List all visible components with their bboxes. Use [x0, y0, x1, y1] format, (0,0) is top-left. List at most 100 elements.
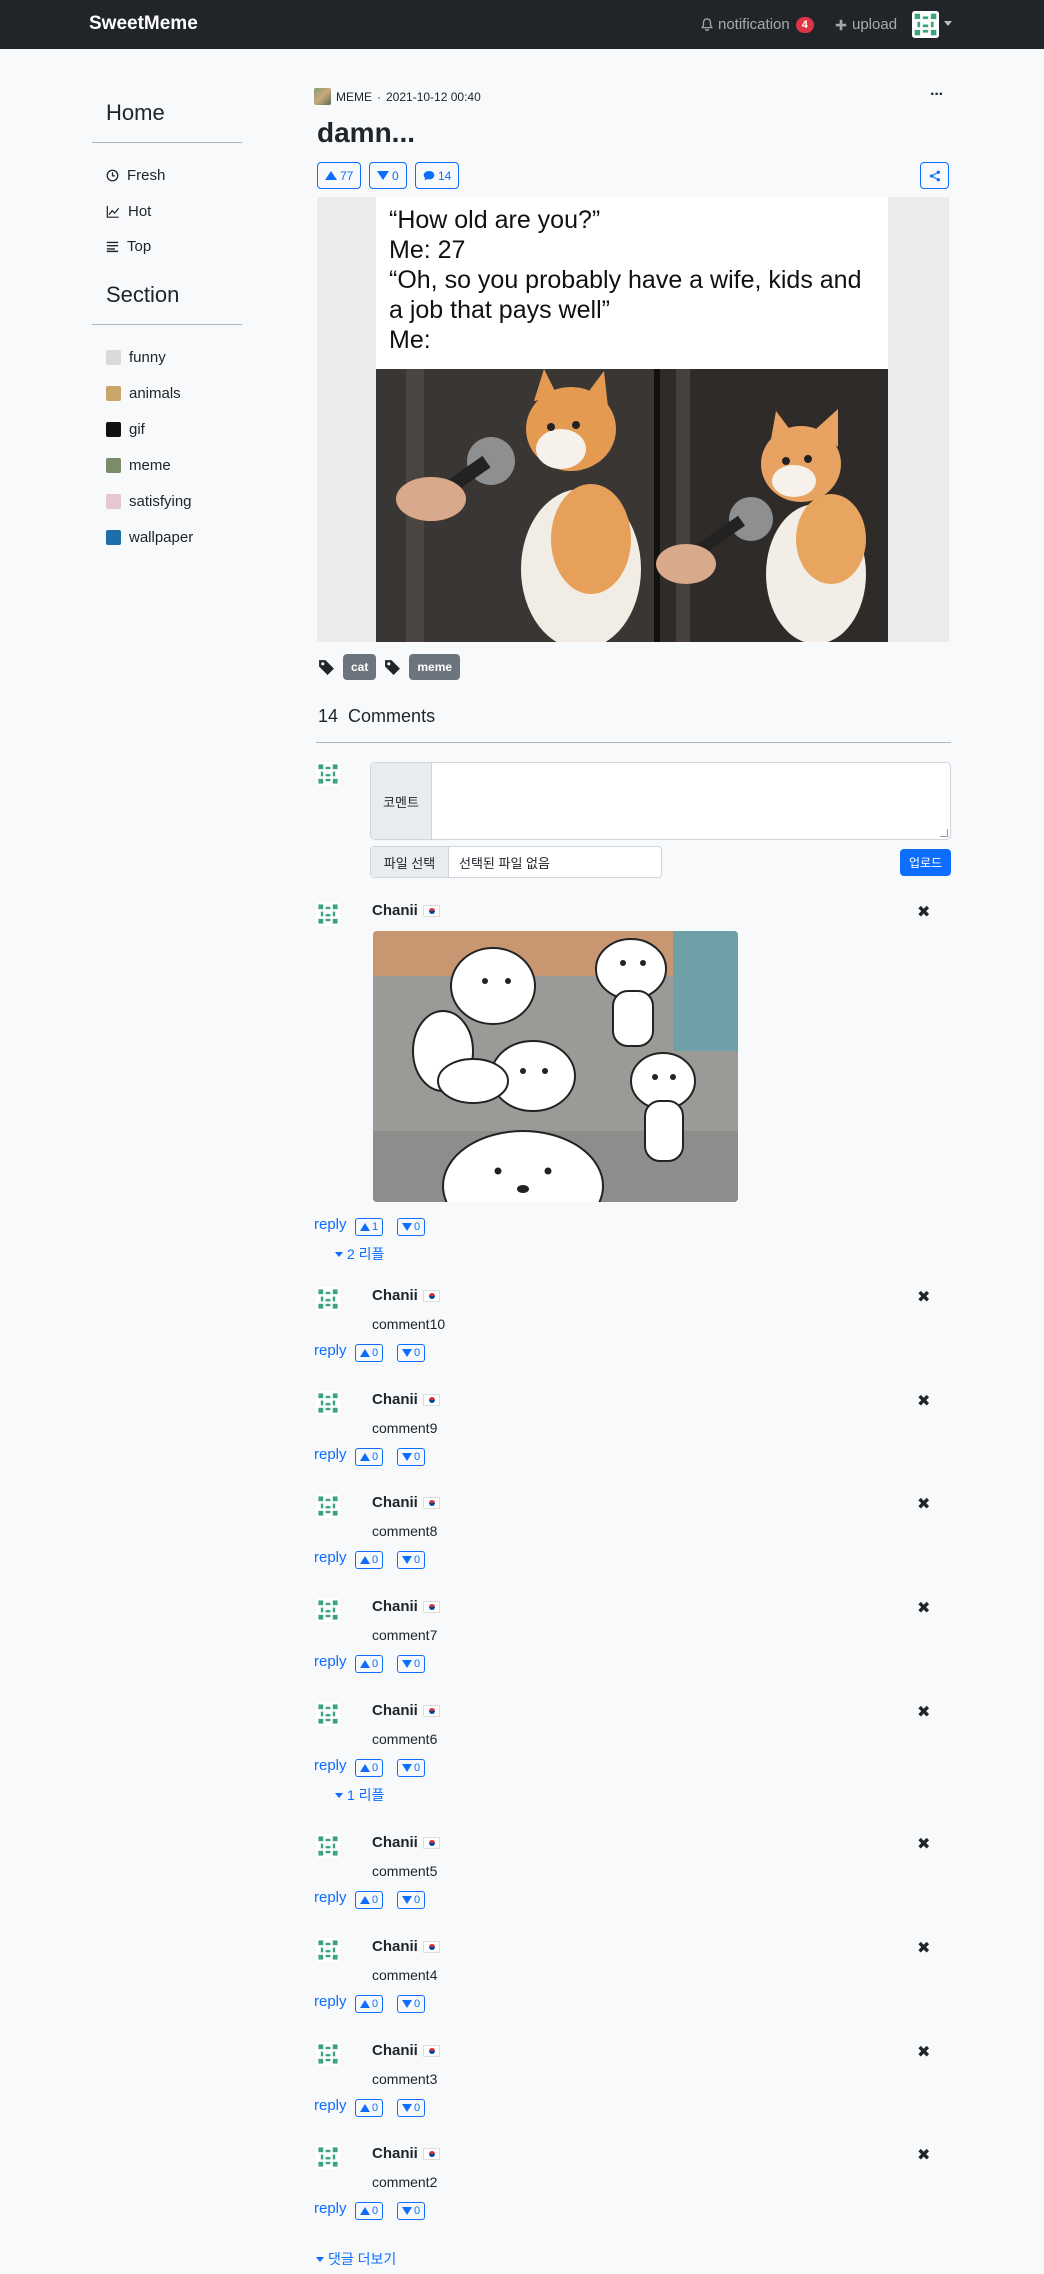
comment-author[interactable]: Chanii — [372, 1598, 440, 1615]
comment-downvote-button[interactable]: 0 — [397, 1551, 426, 1569]
close-icon[interactable]: ✖ — [917, 1391, 930, 1411]
comment-upvote-button[interactable]: 0 — [355, 1759, 384, 1777]
upload-link[interactable]: upload — [834, 16, 897, 33]
comment-downvote-button[interactable]: 0 — [397, 2099, 426, 2117]
comment-text: comment4 — [372, 1967, 438, 1983]
post-image[interactable]: “How old are you?” Me: 27 “Oh, so you pr… — [317, 197, 949, 642]
comment-downvote-button[interactable]: 0 — [397, 1759, 426, 1777]
avatar — [316, 2145, 340, 2169]
meta-separator: · — [377, 89, 381, 104]
comment-upvote-count: 0 — [372, 1894, 379, 1906]
file-select-button[interactable]: 파일 선택 — [371, 847, 449, 877]
close-icon[interactable]: ✖ — [917, 1834, 930, 1854]
avatar — [316, 1598, 340, 1622]
comment-upvote-button[interactable]: 0 — [355, 1995, 384, 2013]
comment-downvote-button[interactable]: 0 — [397, 1448, 426, 1466]
sidebar-item-funny[interactable]: funny — [106, 349, 166, 366]
reply-link[interactable]: reply — [314, 1342, 347, 1359]
sidebar-item-hot[interactable]: Hot — [106, 203, 151, 220]
more-options-icon[interactable]: ··· — [930, 86, 944, 104]
reply-link[interactable]: reply — [314, 2097, 347, 2114]
reply-link[interactable]: reply — [314, 1653, 347, 1670]
sidebar-item-wallpaper[interactable]: wallpaper — [106, 529, 193, 546]
comment-gif[interactable] — [373, 931, 738, 1202]
comment-downvote-count: 0 — [414, 1451, 421, 1463]
comment-upvote-button[interactable]: 0 — [355, 2099, 384, 2117]
file-input[interactable]: 파일 선택 선택된 파일 없음 — [370, 846, 662, 878]
close-icon[interactable]: ✖ — [917, 1702, 930, 1722]
comments-button[interactable]: 14 — [415, 162, 460, 189]
close-icon[interactable]: ✖ — [917, 1287, 930, 1307]
notification-link[interactable]: notification 4 — [700, 16, 814, 33]
sidebar-item-top[interactable]: Top — [106, 238, 151, 255]
comment-author[interactable]: Chanii — [372, 2042, 440, 2059]
reply-link[interactable]: reply — [314, 1757, 347, 1774]
comment-upvote-button[interactable]: 0 — [355, 2202, 384, 2220]
arrow-up-icon — [360, 1223, 370, 1231]
resize-handle[interactable] — [940, 829, 948, 837]
comment-downvote-button[interactable]: 0 — [397, 1891, 426, 1909]
post-section-link[interactable]: MEME — [336, 90, 372, 104]
user-avatar-menu[interactable] — [912, 11, 939, 38]
reply-link[interactable]: reply — [314, 1549, 347, 1566]
comment-author[interactable]: Chanii — [372, 1702, 440, 1719]
sidebar-item-fresh[interactable]: Fresh — [106, 167, 165, 184]
brand-logo[interactable]: SweetMeme — [89, 13, 198, 35]
arrow-down-icon — [402, 1660, 412, 1668]
divider — [316, 742, 951, 743]
view-replies-link[interactable]: 2 리플 — [335, 1244, 384, 1264]
comment-author[interactable]: Chanii — [372, 1287, 440, 1304]
share-button[interactable] — [920, 162, 949, 189]
comment-downvote-button[interactable]: 0 — [397, 2202, 426, 2220]
comment-author[interactable]: Chanii — [372, 902, 440, 919]
comment-author-name: Chanii — [372, 2042, 418, 2059]
comment-upvote-button[interactable]: 0 — [355, 1448, 384, 1466]
comment-upvote-button[interactable]: 0 — [355, 1344, 384, 1362]
upvote-button[interactable]: 77 — [317, 162, 362, 189]
tag-meme[interactable]: meme — [409, 654, 461, 680]
comment-upvote-button[interactable]: 1 — [355, 1218, 384, 1236]
close-icon[interactable]: ✖ — [917, 1938, 930, 1958]
comment-author[interactable]: Chanii — [372, 1391, 440, 1408]
korea-flag-icon — [422, 1836, 440, 1849]
korea-flag-icon — [422, 1393, 440, 1406]
chevron-down-icon[interactable] — [944, 21, 952, 26]
tag-cat[interactable]: cat — [343, 654, 377, 680]
close-icon[interactable]: ✖ — [917, 902, 930, 922]
load-more-comments-link[interactable]: 댓글 더보기 — [316, 2249, 396, 2269]
comment-downvote-button[interactable]: 0 — [397, 1995, 426, 2013]
upvote-count: 77 — [340, 168, 354, 183]
sidebar-item-animals[interactable]: animals — [106, 385, 181, 402]
close-icon[interactable]: ✖ — [917, 2145, 930, 2165]
comment-textarea[interactable]: 코멘트 — [370, 762, 951, 840]
comment-upvote-button[interactable]: 0 — [355, 1655, 384, 1673]
view-replies-link[interactable]: 1 리플 — [335, 1785, 384, 1805]
reply-link[interactable]: reply — [314, 2200, 347, 2217]
sidebar-item-satisfying[interactable]: satisfying — [106, 493, 192, 510]
comment-upvote-button[interactable]: 0 — [355, 1891, 384, 1909]
sidebar-item-meme[interactable]: meme — [106, 457, 171, 474]
comment-author-name: Chanii — [372, 1391, 418, 1408]
downvote-button[interactable]: 0 — [369, 162, 407, 189]
funny-section-icon — [106, 350, 121, 365]
sidebar-section-heading: Section — [106, 282, 180, 307]
arrow-down-icon — [377, 171, 389, 180]
reply-link[interactable]: reply — [314, 1993, 347, 2010]
comment-downvote-button[interactable]: 0 — [397, 1218, 426, 1236]
comment-author[interactable]: Chanii — [372, 1834, 440, 1851]
close-icon[interactable]: ✖ — [917, 2042, 930, 2062]
comment-author[interactable]: Chanii — [372, 1494, 440, 1511]
comment-upvote-button[interactable]: 0 — [355, 1551, 384, 1569]
comment-downvote-button[interactable]: 0 — [397, 1655, 426, 1673]
reply-link[interactable]: reply — [314, 1446, 347, 1463]
upload-comment-button[interactable]: 업로드 — [900, 849, 951, 876]
reply-link[interactable]: reply — [314, 1889, 347, 1906]
comment-author[interactable]: Chanii — [372, 1938, 440, 1955]
close-icon[interactable]: ✖ — [917, 1494, 930, 1514]
comment-downvote-button[interactable]: 0 — [397, 1344, 426, 1362]
reply-link[interactable]: reply — [314, 1216, 347, 1233]
comment-author[interactable]: Chanii — [372, 2145, 440, 2162]
sidebar-item-gif[interactable]: gif — [106, 421, 145, 438]
share-icon — [929, 170, 940, 181]
close-icon[interactable]: ✖ — [917, 1598, 930, 1618]
